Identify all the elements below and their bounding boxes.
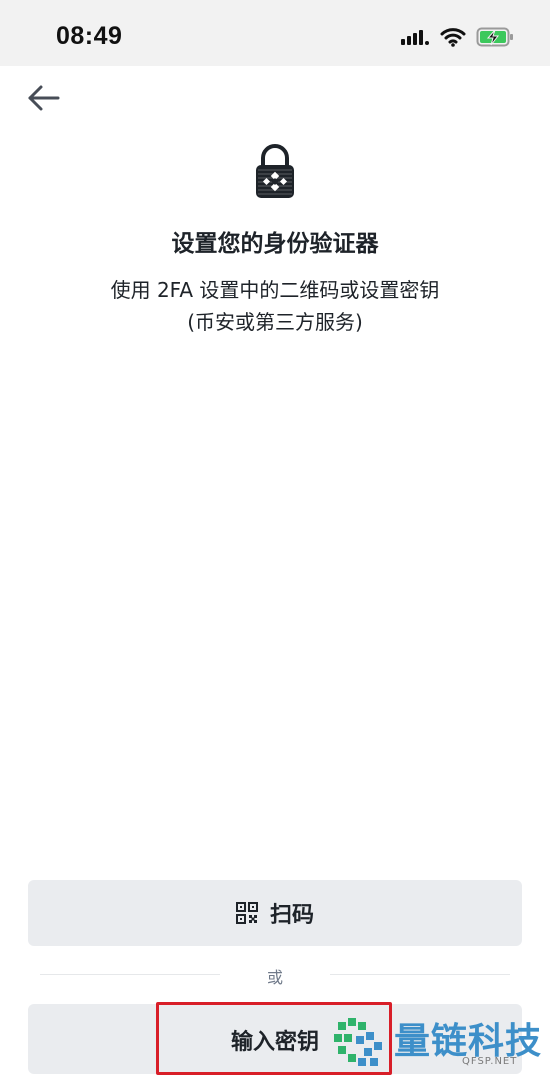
app-screen: 08:49 设置您的身份验证器 使用 2FA 设置中的二维码或设置密钥 (币安或… — [0, 0, 550, 1075]
divider-line-right — [330, 974, 510, 975]
arrow-left-icon — [28, 85, 60, 111]
status-time: 08:49 — [56, 22, 123, 50]
subtitle-line-1: 使用 2FA 设置中的二维码或设置密钥 — [110, 278, 440, 302]
page-subtitle: 使用 2FA 设置中的二维码或设置密钥 (币安或第三方服务) — [0, 274, 550, 338]
qr-code-icon — [235, 902, 258, 924]
back-button[interactable] — [26, 82, 62, 114]
status-icons — [400, 24, 514, 50]
wifi-icon — [440, 28, 466, 47]
battery-charging-icon — [476, 27, 513, 47]
watermark-logo-icon — [334, 1018, 382, 1066]
status-bar: 08:49 — [0, 0, 550, 66]
subtitle-line-2: (币安或第三方服务) — [187, 310, 363, 334]
watermark: 量链科技 QFSP.NET — [330, 1012, 550, 1074]
scan-qr-label: 扫码 — [269, 903, 314, 928]
scan-qr-button[interactable]: 扫码 — [28, 880, 522, 946]
or-divider: 或 — [40, 962, 510, 988]
binance-lock-icon — [256, 144, 294, 198]
signal-icon — [401, 30, 429, 45]
page-title: 设置您的身份验证器 — [171, 231, 379, 257]
or-label: 或 — [266, 968, 283, 987]
watermark-sub: QFSP.NET — [462, 1056, 518, 1067]
